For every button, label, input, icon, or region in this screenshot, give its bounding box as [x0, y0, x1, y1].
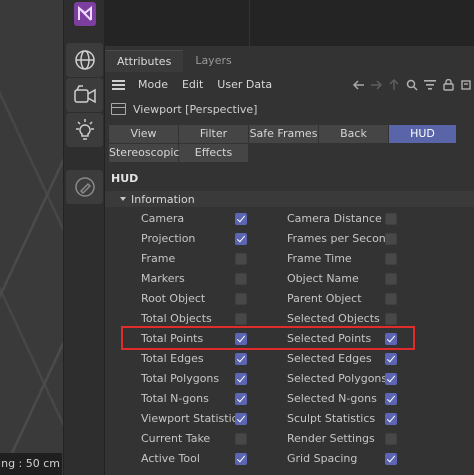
option-label: Total N-gons [141, 392, 209, 405]
hamburger-menu-icon[interactable] [105, 74, 131, 96]
option-checkbox[interactable] [235, 433, 247, 445]
information-group-header[interactable]: Information [105, 191, 474, 207]
menu-mode[interactable]: Mode [131, 74, 175, 96]
grid-spacing-readout: cing : 50 cm [0, 457, 61, 470]
divider [249, 0, 250, 46]
option-checkbox[interactable] [235, 293, 247, 305]
tab-hud[interactable]: HUD [389, 125, 457, 143]
expand-triangle-icon[interactable] [120, 197, 126, 201]
panel-tabs: Attributes Layers [105, 50, 244, 72]
option-checkbox[interactable] [385, 293, 397, 305]
light-icon[interactable] [66, 113, 103, 147]
pen-icon[interactable] [66, 170, 103, 204]
option-checkbox[interactable] [235, 353, 247, 365]
tab-attributes[interactable]: Attributes [105, 50, 184, 72]
option-checkbox[interactable] [385, 393, 397, 405]
object-title: Viewport [Perspective] [133, 102, 258, 116]
logo-icon[interactable] [66, 0, 103, 31]
option-label: Sculpt Statistics [287, 412, 376, 425]
option-label: Selected Edges [287, 352, 372, 365]
tab-safe-frames[interactable]: Safe Frames [249, 125, 319, 143]
viewport-status-bar: cing : 50 cm [0, 453, 62, 475]
option-checkbox[interactable] [385, 373, 397, 385]
lock-icon[interactable] [441, 78, 455, 92]
option-checkbox[interactable] [385, 313, 397, 325]
option-checkbox[interactable] [385, 253, 397, 265]
option-label: Viewport Statistics [141, 412, 244, 425]
option-checkbox[interactable] [235, 313, 247, 325]
object-title-row: Viewport [Perspective] [105, 98, 474, 120]
option-label: Projection [141, 232, 196, 245]
up-arrow-icon[interactable] [387, 78, 401, 92]
option-label: Camera Distance [287, 212, 382, 225]
option-label: Frame [141, 252, 176, 265]
option-checkbox[interactable] [385, 413, 397, 425]
tab-view[interactable]: View [109, 125, 179, 143]
back-arrow-icon[interactable] [351, 78, 365, 92]
more-icon[interactable] [459, 78, 473, 92]
option-checkbox[interactable] [385, 333, 397, 345]
forward-arrow-icon[interactable] [369, 78, 383, 92]
option-label: Grid Spacing [287, 452, 358, 465]
option-checkbox[interactable] [385, 213, 397, 225]
option-label: Current Take [141, 432, 211, 445]
option-label: Frames per Second [287, 232, 393, 245]
filter-icon[interactable] [423, 78, 437, 92]
option-checkbox[interactable] [385, 273, 397, 285]
tab-stereoscopic[interactable]: Stereoscopic [109, 144, 179, 162]
section-heading: HUD [111, 172, 139, 185]
option-label: Parent Object [287, 292, 362, 305]
option-checkbox[interactable] [385, 233, 397, 245]
attributes-panel: Attributes Layers Mode Edit User Data Vi… [104, 46, 474, 475]
viewport-icon [111, 103, 126, 115]
camera-icon[interactable] [66, 78, 103, 112]
option-label: Selected N-gons [287, 392, 377, 405]
menu-bar: Mode Edit User Data [105, 74, 474, 96]
tab-effects[interactable]: Effects [179, 144, 249, 162]
option-label: Total Objects [141, 312, 212, 325]
option-checkbox[interactable] [235, 413, 247, 425]
option-label: Selected Points [287, 332, 372, 345]
option-checkbox[interactable] [235, 273, 247, 285]
option-label: Selected Polygons [287, 372, 388, 385]
option-checkbox[interactable] [385, 453, 397, 465]
option-label: Render Settings [287, 432, 375, 445]
option-label: Active Tool [141, 452, 200, 465]
option-label: Camera [141, 212, 185, 225]
option-checkbox[interactable] [235, 393, 247, 405]
top-panel-area [104, 0, 474, 46]
tool-palette [63, 0, 104, 475]
option-checkbox[interactable] [235, 333, 247, 345]
sub-tabs-row-1: View Filter Safe Frames Back HUD [109, 125, 457, 143]
menu-icon-group [351, 74, 474, 96]
option-label: Total Polygons [141, 372, 220, 385]
tab-back[interactable]: Back [319, 125, 389, 143]
tab-filter[interactable]: Filter [179, 125, 249, 143]
option-checkbox[interactable] [235, 373, 247, 385]
menu-user-data[interactable]: User Data [210, 74, 279, 96]
menu-edit[interactable]: Edit [175, 74, 210, 96]
option-label: Total Points [141, 332, 204, 345]
option-checkbox[interactable] [235, 233, 247, 245]
option-checkbox[interactable] [235, 253, 247, 265]
option-checkbox[interactable] [385, 433, 397, 445]
option-label: Object Name [287, 272, 359, 285]
tab-layers[interactable]: Layers [183, 50, 243, 72]
group-label: Information [131, 192, 195, 206]
option-label: Root Object [141, 292, 206, 305]
sub-tabs-row-2: Stereoscopic Effects [109, 144, 249, 162]
globe-icon[interactable] [66, 43, 103, 77]
option-checkbox[interactable] [385, 353, 397, 365]
option-label: Total Edges [141, 352, 204, 365]
option-checkbox[interactable] [235, 453, 247, 465]
option-checkbox[interactable] [235, 213, 247, 225]
option-label: Markers [141, 272, 185, 285]
search-icon[interactable] [405, 78, 419, 92]
option-label: Frame Time [287, 252, 352, 265]
option-label: Selected Objects [287, 312, 380, 325]
viewport-area[interactable]: cing : 50 cm [0, 0, 63, 475]
